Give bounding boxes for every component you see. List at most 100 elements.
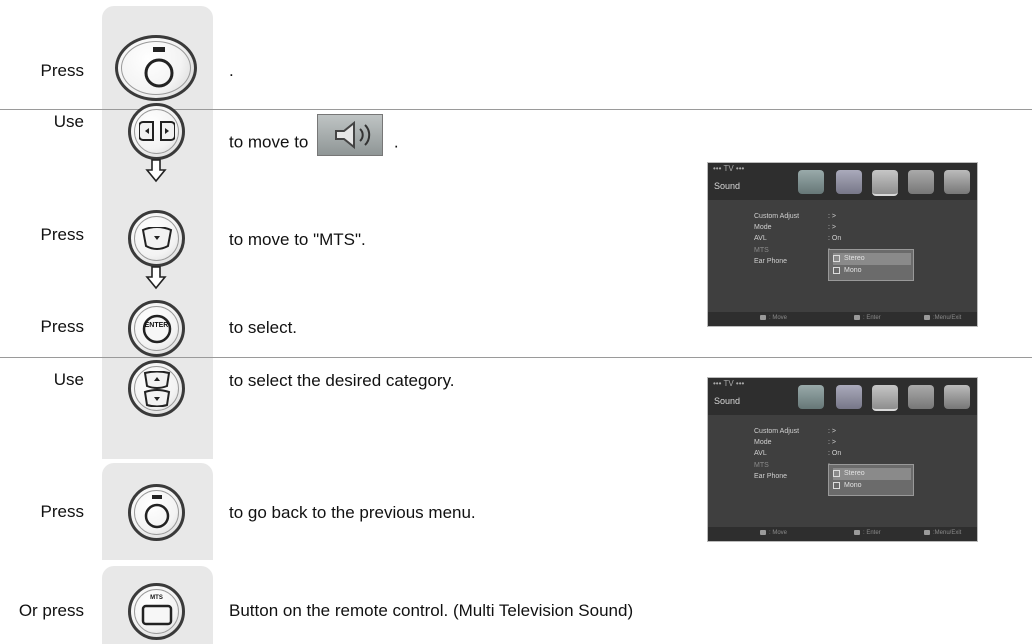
- tv-osd-screenshot: ••• TV ••• Sound Custom Adjust : > Mode : …: [707, 377, 978, 542]
- osd-row-label: Custom Adjust: [754, 428, 800, 435]
- menu-button[interactable]: [128, 484, 185, 541]
- osd-tabs: [792, 383, 974, 413]
- popup-option-label: Stereo: [844, 470, 865, 477]
- step-text-before: to move to: [229, 132, 309, 152]
- setup-tab-icon: [908, 385, 934, 409]
- step-verb: Press: [40, 502, 84, 521]
- channel-tab-icon: [836, 385, 862, 409]
- step-verb: Press: [40, 225, 84, 244]
- mts-key-icon: [141, 604, 173, 626]
- osd-row-label: Ear Phone: [754, 473, 788, 480]
- menu-exit-icon: [924, 530, 930, 535]
- footer-exit-label: :Menu/Exit: [933, 315, 962, 322]
- footer-enter-label: : Enter: [863, 315, 881, 322]
- osd-row: Custom Adjust : >: [754, 428, 954, 438]
- footer-exit-label: :Menu/Exit: [933, 530, 962, 537]
- enter-key-icon: [142, 314, 172, 344]
- mts-key-label: MTS: [150, 595, 163, 601]
- setup-tab-icon: [908, 170, 934, 194]
- osd-row-value: : On: [828, 450, 842, 457]
- step-text: to select the desired category.: [229, 371, 455, 390]
- separator-line: [0, 357, 1032, 358]
- enter-icon: [854, 315, 860, 320]
- down-flow-arrow-icon: [145, 266, 167, 290]
- osd-row-value: : On: [828, 235, 842, 242]
- footer-move-label: : Move: [769, 530, 788, 537]
- step-verb: Press: [40, 317, 84, 336]
- footer-move-label: : Move: [769, 315, 788, 322]
- checkbox-icon: [833, 481, 840, 489]
- osd-row-value: : >: [828, 428, 836, 435]
- step-text: to go back to the previous menu.: [229, 503, 476, 522]
- popup-option: Stereo: [833, 468, 911, 480]
- checkbox-icon: [833, 266, 840, 274]
- channel-tab-icon: [836, 170, 862, 194]
- osd-row-label: AVL: [754, 235, 767, 242]
- mts-popup: Stereo Mono: [828, 464, 914, 496]
- menu-exit-icon: [924, 315, 930, 320]
- osd-row-label: Ear Phone: [754, 258, 788, 265]
- step-verb: Use: [53, 370, 84, 389]
- osd-title: ••• TV •••: [713, 164, 745, 173]
- osd-tabs: [792, 168, 974, 198]
- footer-enter: : Enter: [854, 315, 881, 321]
- step-text: to move to "MTS".: [229, 230, 366, 249]
- mts-popup: Stereo Mono: [828, 249, 914, 281]
- picture-tab-icon: [798, 385, 824, 409]
- osd-section-label: Sound: [714, 396, 741, 406]
- osd-header: ••• TV ••• Sound: [708, 163, 977, 200]
- osd-row-value: : >: [828, 213, 836, 220]
- menu-key-icon: [144, 47, 174, 88]
- step-text-after: .: [393, 132, 399, 152]
- osd-footer: : Move : Enter :Menu/Exit: [708, 527, 977, 541]
- step-text: .: [229, 61, 234, 80]
- footer-move: : Move: [760, 530, 787, 536]
- down-flow-arrow-icon: [145, 159, 167, 183]
- move-icon: [760, 530, 766, 535]
- osd-row-label: Custom Adjust: [754, 213, 800, 220]
- step-text: Button on the remote control. (Multi Tel…: [229, 601, 634, 620]
- footer-enter: : Enter: [854, 530, 881, 536]
- sound-tab-icon: [872, 385, 898, 411]
- osd-row: Mode: >: [754, 224, 954, 234]
- osd-header: ••• TV ••• Sound: [708, 378, 977, 415]
- menu-key-icon: [144, 495, 170, 529]
- up-down-button[interactable]: [128, 360, 185, 417]
- popup-option-label: Mono: [844, 267, 862, 274]
- step-verb: Press: [40, 61, 84, 80]
- step-verb: Use: [53, 112, 84, 131]
- enter-key-label: ENTER: [144, 322, 169, 329]
- timer-tab-icon: [944, 170, 970, 194]
- sound-tab-icon: [872, 170, 898, 196]
- footer-enter-label: : Enter: [863, 530, 881, 537]
- osd-row-value: : >: [828, 224, 836, 231]
- osd-title: ••• TV •••: [713, 379, 745, 388]
- menu-button[interactable]: [115, 35, 197, 101]
- picture-tab-icon: [798, 170, 824, 194]
- footer-exit: :Menu/Exit: [924, 315, 961, 321]
- osd-row: AVL : On: [754, 235, 954, 245]
- popup-option-label: Stereo: [844, 255, 865, 262]
- down-button[interactable]: [128, 210, 185, 267]
- checkbox-icon: [833, 469, 840, 477]
- left-right-arrows-icon: [139, 121, 175, 141]
- mts-button[interactable]: MTS: [128, 583, 185, 640]
- osd-row-label: Mode: [754, 439, 772, 446]
- down-arrow-key-icon: [141, 227, 173, 250]
- tv-osd-screenshot: ••• TV ••• Sound Custom Adjust : > Mode: …: [707, 162, 978, 327]
- popup-option: Mono: [833, 480, 911, 492]
- left-right-button[interactable]: [128, 103, 185, 160]
- popup-option: Stereo: [833, 253, 911, 265]
- popup-option: Mono: [833, 265, 911, 277]
- enter-button[interactable]: ENTER: [128, 300, 185, 357]
- step-text: to move to .: [229, 114, 399, 164]
- osd-footer: : Move : Enter :Menu/Exit: [708, 312, 977, 326]
- osd-row-label: AVL: [754, 450, 767, 457]
- osd-row: Mode : >: [754, 439, 954, 449]
- up-down-arrows-icon: [143, 371, 171, 407]
- osd-row-value: : >: [828, 439, 836, 446]
- sound-menu-icon: [317, 114, 384, 156]
- timer-tab-icon: [944, 385, 970, 409]
- step-text: to select.: [229, 318, 298, 337]
- step-verb: Or press: [18, 601, 84, 620]
